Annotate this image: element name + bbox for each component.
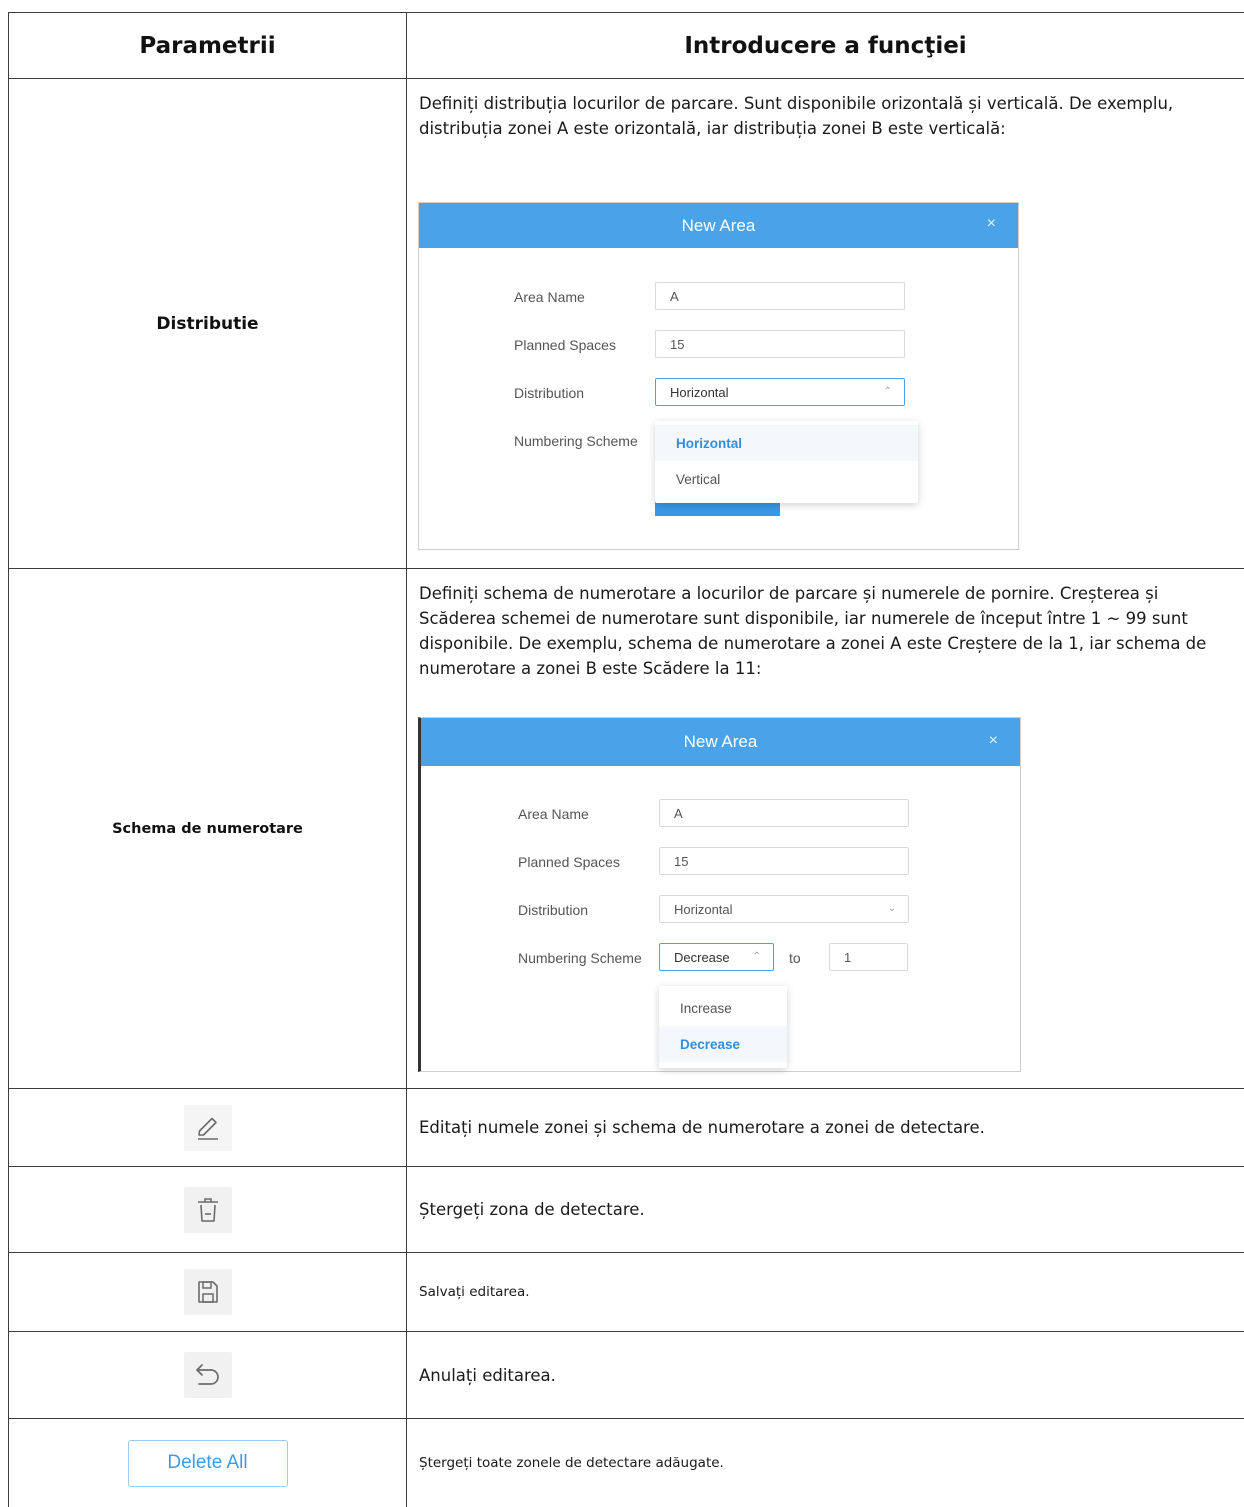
numbering-scheme-label: Numbering Scheme [514,433,638,449]
distribution-select[interactable]: Horizontal ⌄ [659,895,909,923]
numbering-scheme-value: Decrease [674,949,730,965]
desc-delete: Ștergeți zona de detectare. [419,1200,645,1219]
numbering-dropdown: Increase Decrease [659,986,787,1068]
chevron-down-icon: ⌄ [887,903,896,914]
confirm-button[interactable] [655,501,780,516]
area-name-input[interactable]: A [655,282,905,310]
area-name-value: A [670,288,679,304]
header-introducere: Introducere a funcţiei [684,32,967,59]
param-undo [9,1332,406,1418]
planned-spaces-input[interactable]: 15 [655,330,905,358]
area-name-value: A [674,805,683,821]
desc-delete-all: Ștergeți toate zonele de detectare adăug… [419,1454,724,1471]
distribution-label: Distribution [514,385,585,401]
desc-edit: Editați numele zonei și schema de numero… [419,1118,985,1137]
distribution-value: Horizontal [674,901,733,917]
option-horizontal[interactable]: Horizontal [655,425,918,461]
param-delete-all: Delete All [9,1419,406,1507]
chevron-up-icon: ⌃ [883,386,892,397]
delete-all-button[interactable]: Delete All [127,1439,288,1487]
area-name-label: Area Name [514,289,585,305]
planned-spaces-value: 15 [674,853,689,869]
area-name-label: Area Name [518,806,589,822]
distribution-value: Horizontal [670,384,729,400]
param-schema-numerotare: Schema de numerotare [112,820,303,837]
trash-icon[interactable] [183,1186,232,1233]
numbering-scheme-label: Numbering Scheme [518,950,642,966]
option-vertical[interactable]: Vertical [655,461,918,497]
param-distributie: Distributie [156,313,259,334]
desc-undo: Anulați editarea. [419,1365,556,1385]
planned-spaces-label: Planned Spaces [514,337,616,353]
option-decrease[interactable]: Decrease [659,1026,787,1062]
header-parametrii: Parametrii [139,32,276,59]
distribution-label: Distribution [518,902,589,918]
close-icon[interactable]: × [987,215,996,233]
desc-distributie: Definiți distribuția locurilor de parcar… [419,94,1174,138]
dialog-title: New Area [681,215,756,235]
distribution-select[interactable]: Horizontal ⌃ [655,378,905,406]
dialog-title-bar: New Area × [421,718,1020,766]
close-icon[interactable]: × [989,732,998,750]
desc-schema-numerotare: Definiți schema de numerotare a locurilo… [419,584,1207,678]
dialog-title-bar: New Area × [419,203,1018,248]
param-edit [9,1089,406,1166]
planned-spaces-label: Planned Spaces [518,854,620,870]
undo-icon[interactable] [183,1352,232,1398]
start-number-input[interactable]: 1 [829,943,908,971]
param-save [9,1253,406,1331]
new-area-dialog-numbering: New Area × Area Name A Planned Spaces 15… [418,717,1021,1072]
param-delete [9,1167,406,1252]
dialog-title: New Area [683,732,758,751]
chevron-up-icon: ⌃ [752,951,761,962]
start-number-value: 1 [844,949,852,965]
option-increase[interactable]: Increase [659,990,787,1026]
to-label: to [789,950,801,966]
new-area-dialog-distribution: New Area × Area Name A Planned Spaces 15… [418,202,1019,550]
numbering-scheme-select[interactable]: Decrease ⌃ [659,943,774,971]
distribution-dropdown: Horizontal Vertical [655,421,918,503]
save-icon[interactable] [183,1269,232,1315]
pencil-icon[interactable] [183,1104,232,1151]
planned-spaces-input[interactable]: 15 [659,847,909,875]
area-name-input[interactable]: A [659,799,909,827]
planned-spaces-value: 15 [670,336,685,352]
desc-save: Salvați editarea. [419,1283,530,1300]
